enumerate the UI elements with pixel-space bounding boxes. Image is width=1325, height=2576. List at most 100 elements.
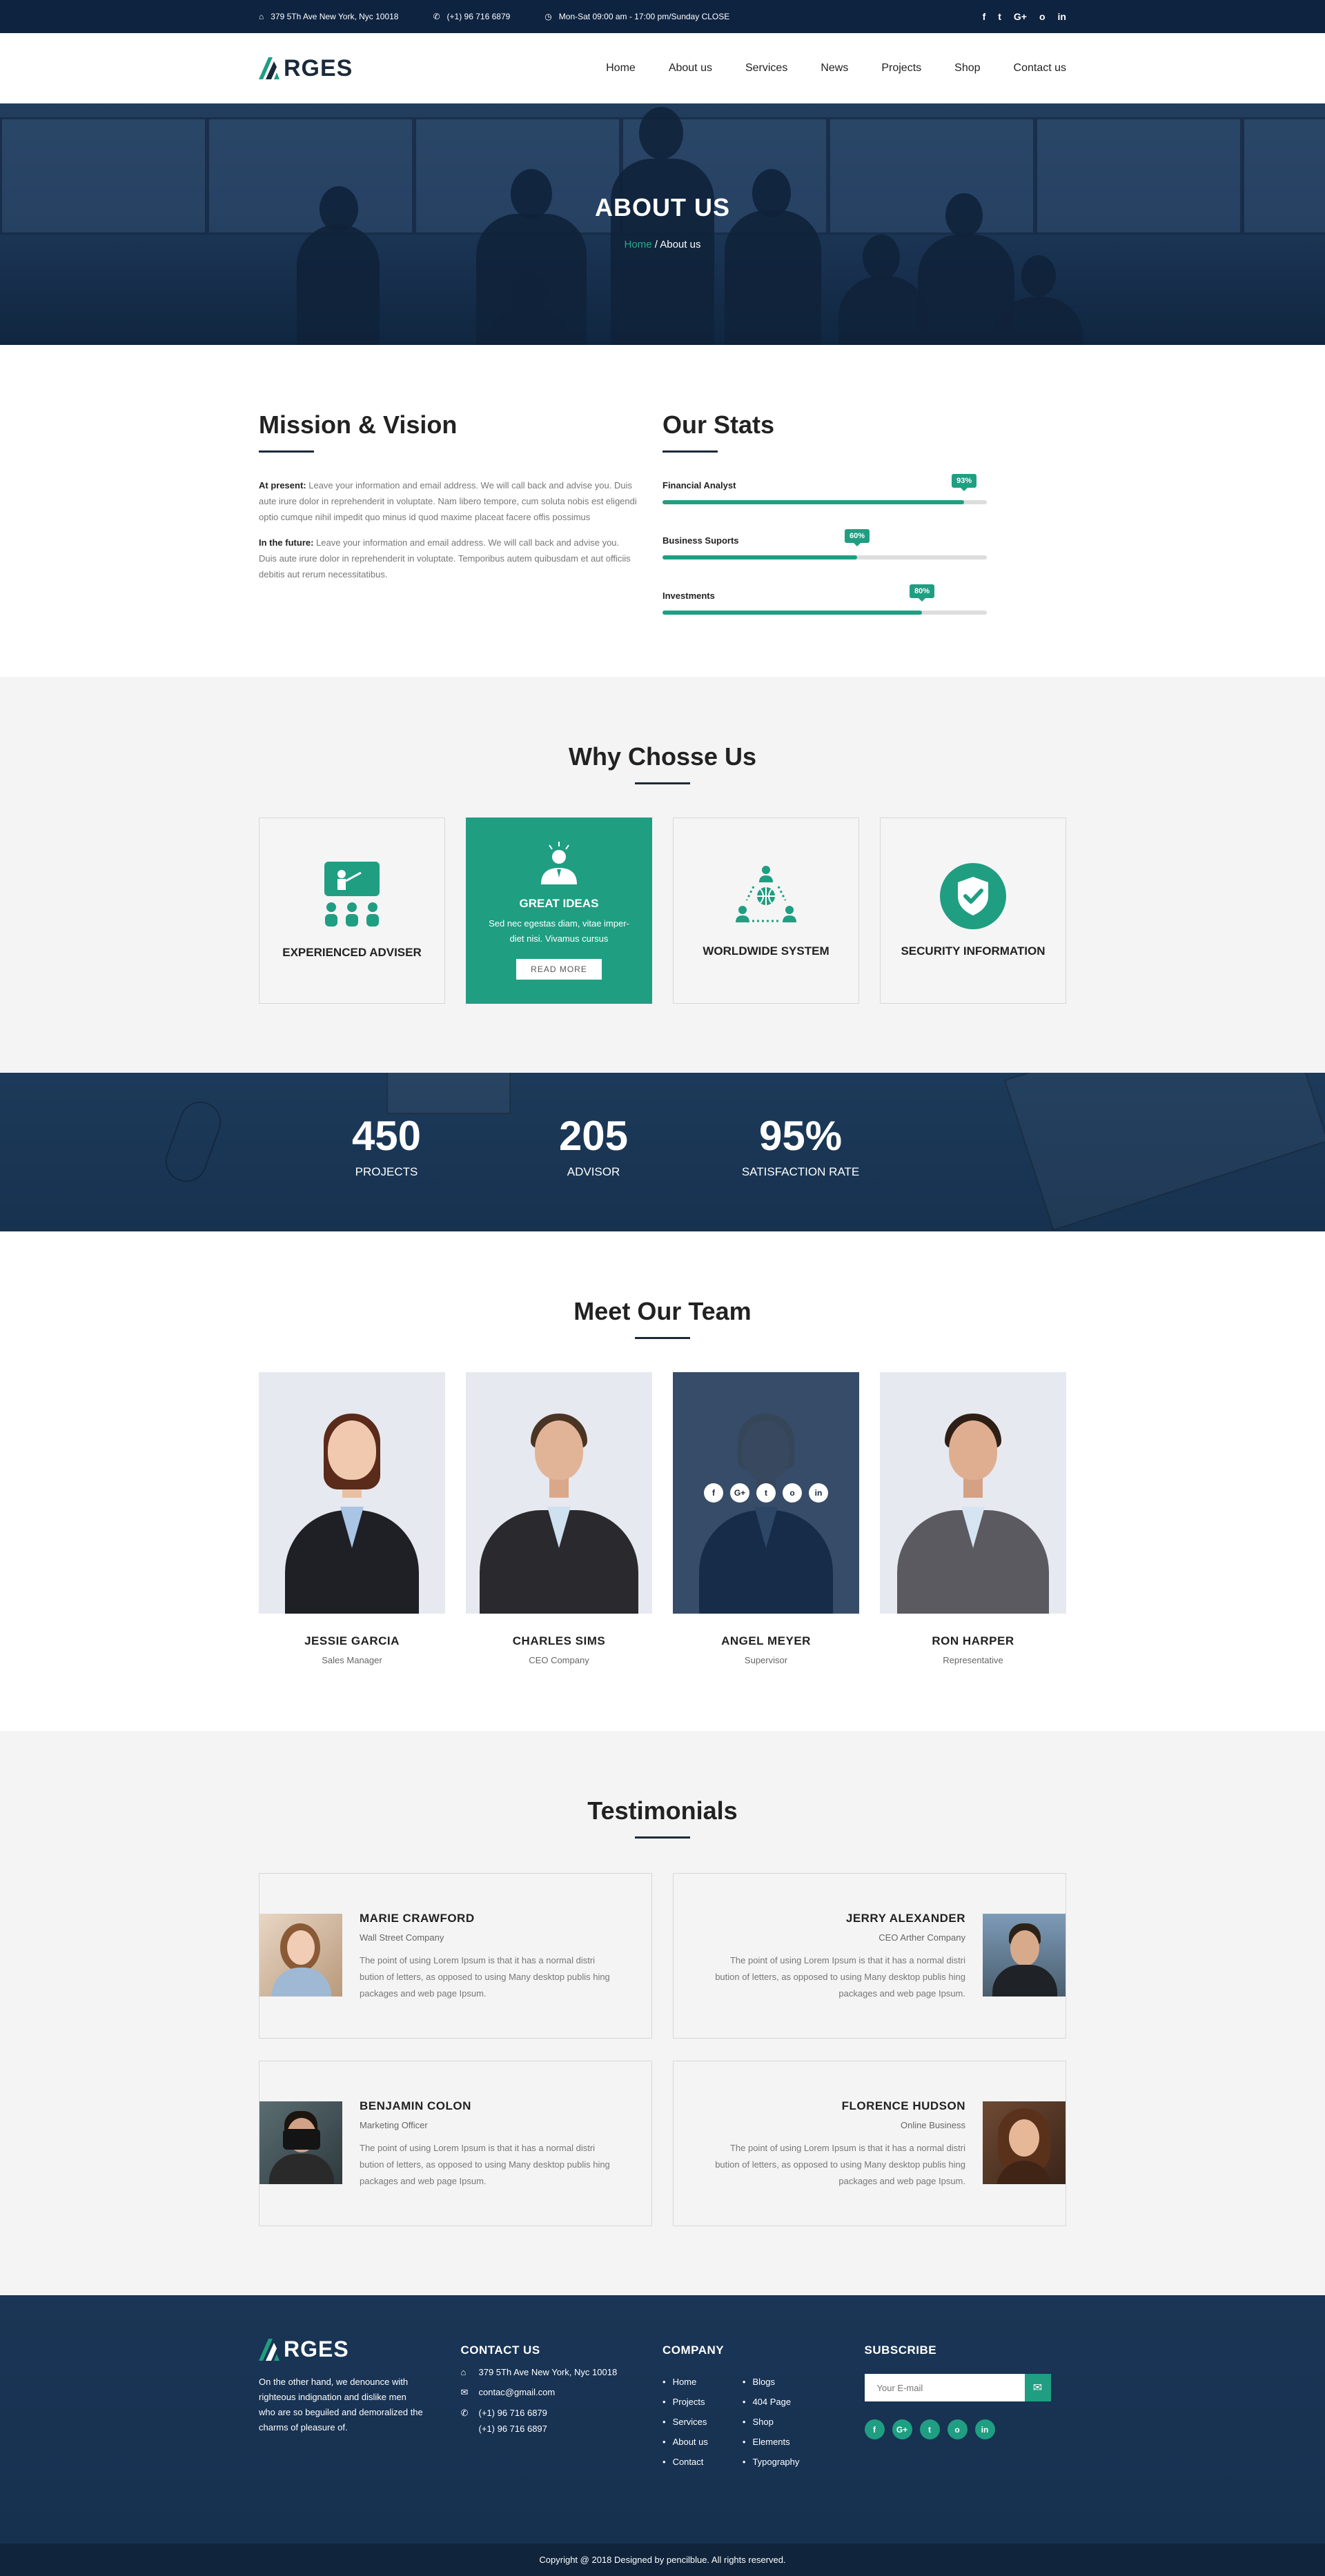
breadcrumb-home[interactable]: Home — [625, 239, 652, 250]
email-input[interactable] — [864, 2374, 1025, 2401]
mail-icon: ✉ — [1032, 2382, 1043, 2394]
contact-address-text: 379 5Th Ave New York, Nyc 10018 — [478, 2367, 618, 2377]
footer-link[interactable]: Contact — [662, 2457, 708, 2467]
google-plus-icon[interactable]: G+ — [892, 2419, 912, 2439]
nav-projects[interactable]: Projects — [881, 62, 921, 75]
nav-news[interactable]: News — [821, 62, 848, 75]
progress-value-badge: 93% — [952, 474, 977, 491]
team-member[interactable]: JESSIE GARCIA Sales Manager — [259, 1372, 445, 1665]
linkedin-icon[interactable]: in — [1058, 11, 1066, 22]
testimonial-name: BENJAMIN COLON — [360, 2099, 471, 2112]
subscribe-form: ✉ — [864, 2374, 1067, 2401]
breadcrumb-current: About us — [660, 239, 701, 250]
progress-value-badge: 60% — [844, 529, 870, 546]
mail-icon: ✉ — [460, 2387, 469, 2397]
topbar-hours: ◷ Mon-Sat 09:00 am - 17:00 pm/Sunday CLO… — [544, 12, 729, 21]
team-member[interactable]: f G+ t o in ANGEL MEYER Supervisor — [673, 1372, 859, 1665]
team-member[interactable]: CHARLES SIMS CEO Company — [466, 1372, 652, 1665]
instagram-icon[interactable]: o — [783, 1483, 802, 1503]
nav-shop[interactable]: Shop — [954, 62, 980, 75]
twitter-icon[interactable]: t — [919, 2419, 940, 2439]
topbar-social: f t G+ o in — [983, 11, 1066, 22]
testimonial-quote: The point of using Lorem Ipsum is that i… — [715, 2143, 965, 2186]
logo[interactable]: RGES — [259, 55, 353, 82]
nav-home[interactable]: Home — [606, 62, 636, 75]
footer-link[interactable]: Elements — [743, 2437, 800, 2447]
footer-link[interactable]: Home — [662, 2377, 708, 2387]
footer-link[interactable]: About us — [662, 2437, 708, 2447]
facebook-icon[interactable]: f — [864, 2419, 885, 2439]
feature-card-ideas[interactable]: GREAT IDEAS Sed nec egestas diam, vitae … — [466, 818, 652, 1004]
member-role: CEO Company — [529, 1655, 589, 1665]
title-underline — [635, 1337, 690, 1339]
card-title: WORLDWIDE SYSTEM — [703, 944, 830, 958]
facebook-icon[interactable]: f — [983, 11, 986, 22]
footer-social: f G+ t o in — [864, 2419, 1067, 2439]
mission-future: In the future: Leave your information an… — [259, 535, 638, 582]
instagram-icon[interactable]: o — [947, 2419, 968, 2439]
footer-link[interactable]: Typography — [743, 2457, 799, 2467]
subscribe-button[interactable]: ✉ — [1024, 2374, 1051, 2401]
member-role: Sales Manager — [322, 1655, 382, 1665]
testimonial-card: MARIE CRAWFORD Wall Street Company The p… — [259, 1873, 652, 2039]
topbar-address: ⌂ 379 5Th Ave New York, Nyc 10018 — [259, 12, 398, 21]
footer-subscribe: SUBSCRIBE ✉ f G+ t o in — [864, 2337, 1067, 2467]
shield-check-icon — [940, 863, 1006, 929]
footer-about-text: On the other hand, we denounce with righ… — [259, 2377, 423, 2433]
twitter-icon[interactable]: t — [756, 1483, 776, 1503]
home-icon: ⌂ — [460, 2367, 467, 2377]
read-more-button[interactable]: READ MORE — [516, 959, 602, 980]
hours-text: Mon-Sat 09:00 am - 17:00 pm/Sunday CLOSE — [558, 12, 730, 21]
presentation-icon — [324, 862, 380, 927]
facebook-icon[interactable]: f — [704, 1483, 723, 1503]
testimonial-card: BENJAMIN COLON Marketing Officer The poi… — [259, 2061, 652, 2226]
contact-email[interactable]: ✉ contac@gmail.com — [461, 2387, 663, 2398]
testimonial-company: Wall Street Company — [360, 1932, 444, 1943]
footer-company: COMPANY Home Projects Services About us … — [662, 2337, 865, 2467]
footer-logo[interactable]: RGES — [259, 2337, 461, 2362]
counter-number: 450 — [351, 1113, 422, 1159]
footer-link[interactable]: Blogs — [743, 2377, 800, 2387]
phone-text: (+1) 96 716 6879 — [446, 12, 511, 21]
testimonial-company: Online Business — [901, 2120, 965, 2130]
nav-contact[interactable]: Contact us — [1014, 62, 1066, 75]
member-photo — [466, 1372, 652, 1614]
team-member[interactable]: RON HARPER Representative — [880, 1372, 1066, 1665]
feature-card-worldwide[interactable]: WORLDWIDE SYSTEM — [673, 818, 859, 1004]
twitter-icon[interactable]: t — [998, 11, 1001, 22]
stat-item: Investments 80% — [662, 584, 987, 615]
footer-about: RGES On the other hand, we denounce with… — [259, 2337, 461, 2467]
testimonial-avatar — [983, 2101, 1066, 2184]
progress-value-badge: 80% — [909, 584, 935, 602]
main-nav: Home About us Services News Projects Sho… — [606, 62, 1066, 75]
google-plus-icon[interactable]: G+ — [1014, 11, 1027, 22]
testimonial-quote: The point of using Lorem Ipsum is that i… — [715, 1955, 965, 1999]
feature-card-security[interactable]: SECURITY INFORMATION — [880, 818, 1066, 1004]
feature-card-adviser[interactable]: EXPERIENCED ADVISER — [259, 818, 445, 1004]
progress-fill — [662, 555, 857, 559]
nav-services[interactable]: Services — [745, 62, 787, 75]
mission-column: Mission & Vision At present: Leave your … — [259, 410, 662, 615]
footer-link[interactable]: Projects — [662, 2397, 708, 2407]
subscribe-title: SUBSCRIBE — [864, 2344, 937, 2357]
stat-item: Financial Analyst 93% — [662, 474, 987, 504]
footer-link[interactable]: Services — [662, 2417, 708, 2427]
card-title: SECURITY INFORMATION — [901, 944, 1046, 958]
stats-column: Our Stats Financial Analyst 93% Business… — [662, 410, 1066, 615]
footer-link[interactable]: Shop — [743, 2417, 800, 2427]
contact-phone1: (+1) 96 716 6879 — [478, 2408, 547, 2418]
linkedin-icon[interactable]: in — [974, 2419, 995, 2439]
footer-link[interactable]: 404 Page — [743, 2397, 800, 2407]
instagram-icon[interactable]: o — [1039, 11, 1046, 22]
card-title: GREAT IDEAS — [519, 897, 599, 910]
linkedin-icon[interactable]: in — [809, 1483, 828, 1503]
breadcrumb: Home / About us — [0, 239, 1325, 250]
stat-label: Business Suports — [662, 535, 739, 546]
nav-about[interactable]: About us — [669, 62, 712, 75]
google-plus-icon[interactable]: G+ — [730, 1483, 749, 1503]
why-choose-section: Why Chosse Us EXPERIENCED ADVISER GREAT … — [0, 677, 1325, 1073]
member-name: RON HARPER — [932, 1634, 1014, 1647]
testimonials-title: Testimonials — [587, 1796, 738, 1825]
logo-mark-icon — [259, 2338, 279, 2361]
contact-phone2: (+1) 96 716 6897 — [478, 2424, 547, 2434]
